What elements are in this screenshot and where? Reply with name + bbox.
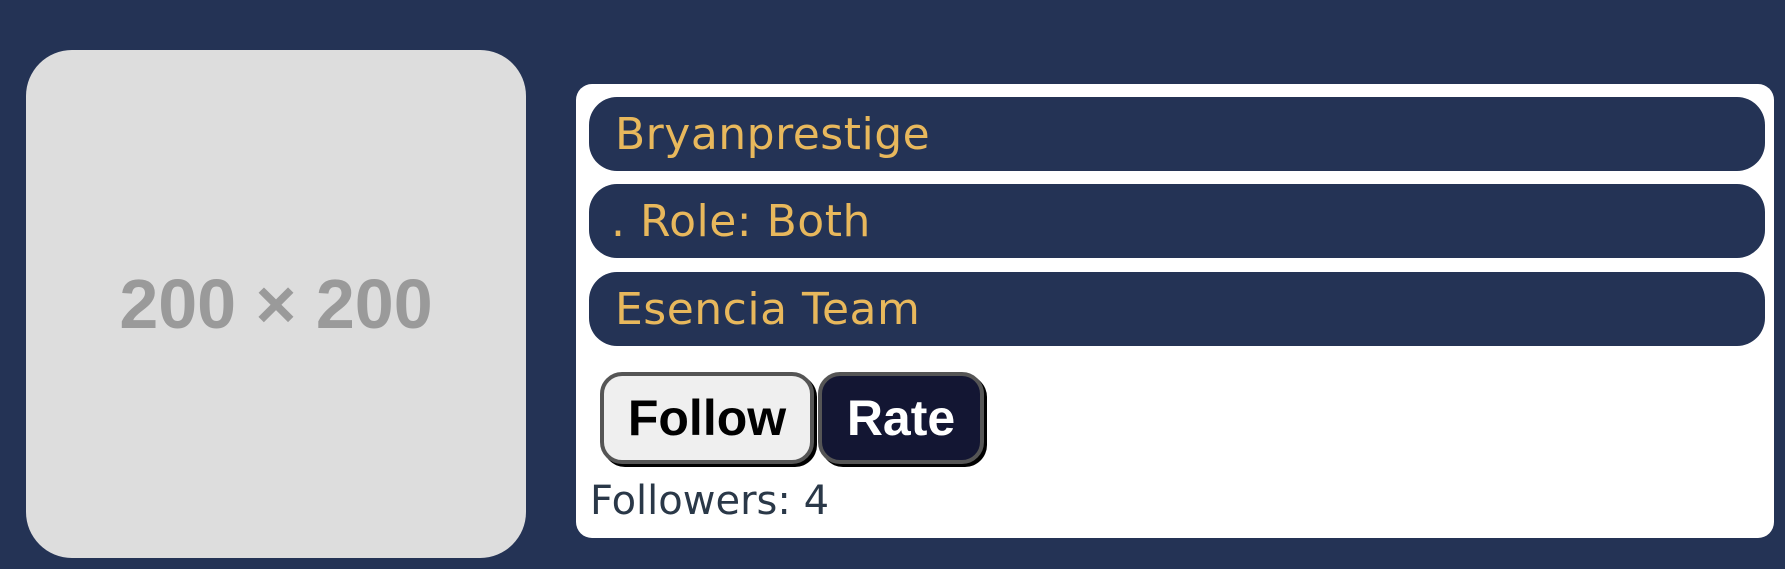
role-label: . Role: Both [611,195,871,247]
username-pill: Bryanprestige [589,97,1765,171]
team-label: Esencia Team [615,283,921,335]
rate-button[interactable]: Rate [818,372,984,464]
followers-count: Followers: 4 [590,478,829,524]
username-label: Bryanprestige [615,108,931,160]
action-buttons: Follow Rate [600,372,984,464]
profile-card: Bryanprestige . Role: Both Esencia Team … [576,84,1774,538]
followers-label: Followers: [590,478,804,524]
page: { "avatar": { "placeholder_text": "200 ×… [0,0,1785,569]
follow-button[interactable]: Follow [600,372,814,464]
avatar-placeholder: 200 × 200 [26,50,526,558]
role-pill: . Role: Both [589,184,1765,258]
avatar-placeholder-text: 200 × 200 [119,265,433,343]
followers-number: 4 [803,478,830,524]
team-pill: Esencia Team [589,272,1765,346]
